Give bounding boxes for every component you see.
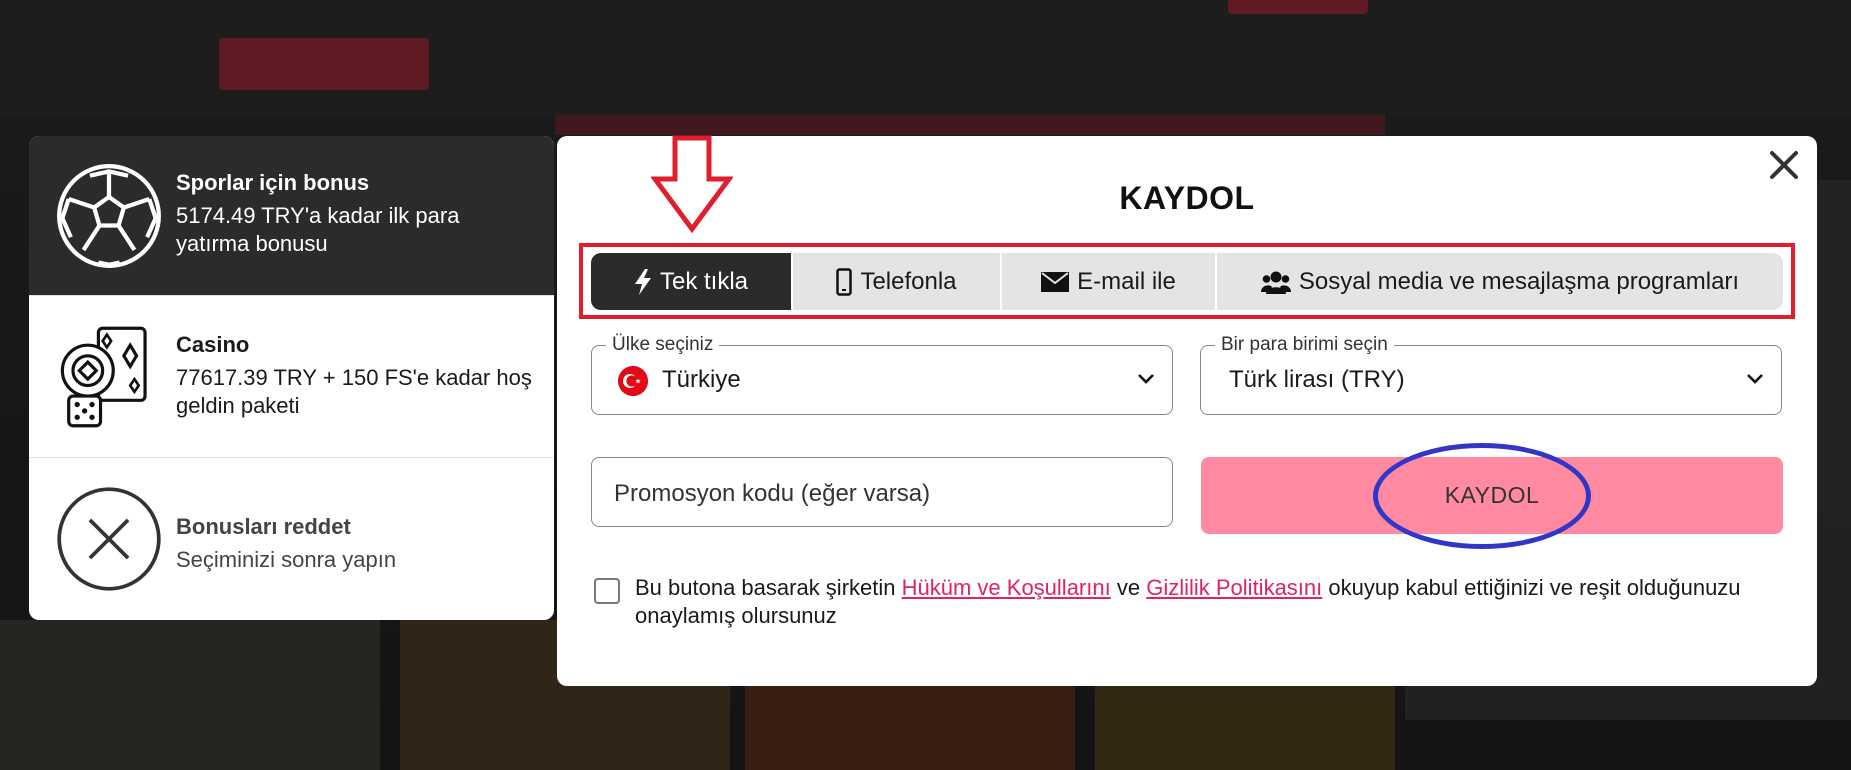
bonus-description: 77617.39 TRY + 150 FS'e kadar hoş geldin… xyxy=(176,365,532,418)
bonus-option-decline[interactable]: Bonusları reddet Seçiminizi sonra yapın xyxy=(29,458,554,620)
background-game-tile xyxy=(0,620,380,770)
background-navbar xyxy=(0,0,1851,115)
chevron-down-icon xyxy=(1138,374,1154,384)
background-nav-highlight xyxy=(219,38,429,90)
bonus-option-sports[interactable]: Sporlar için bonus 5174.49 TRY'a kadar i… xyxy=(29,136,554,296)
casino-chips-cards-dice-icon xyxy=(60,326,147,428)
chevron-down-icon xyxy=(1747,374,1763,384)
bonus-description: 5174.49 TRY'a kadar ilk para yatırma bon… xyxy=(176,203,460,256)
lightning-icon xyxy=(634,268,651,295)
bonus-title: Bonusları reddet xyxy=(176,514,351,539)
country-select[interactable]: Ülke seçiniz Türkiye xyxy=(591,334,1173,415)
privacy-policy-link[interactable]: Gizlilik Politikasını xyxy=(1146,575,1322,600)
promo-code-placeholder: Promosyon kodu (eğer varsa) xyxy=(614,480,931,507)
bonus-title: Casino xyxy=(176,332,250,357)
annotation-arrow-icon xyxy=(651,135,733,233)
terms-text: Bu butona basarak şirketin Hüküm ve Koşu… xyxy=(635,574,1785,630)
tab-label: Telefonla xyxy=(860,267,957,295)
users-icon xyxy=(1260,271,1291,294)
modal-title: KAYDOL xyxy=(1119,180,1255,216)
bonus-description: Seçiminizi sonra yapın xyxy=(176,547,397,572)
terms-prefix: Bu butona basarak şirketin xyxy=(635,575,896,600)
background-red-button xyxy=(1228,0,1368,14)
terms-conditions-link[interactable]: Hüküm ve Koşullarını xyxy=(902,575,1111,600)
circle-x-icon xyxy=(57,487,161,591)
tab-phone[interactable]: Telefonla xyxy=(793,253,1002,310)
currency-value: Türk lirası (TRY) xyxy=(1229,366,1405,393)
bonus-option-casino[interactable]: Casino 77617.39 TRY + 150 FS'e kadar hoş… xyxy=(29,296,554,458)
tab-social[interactable]: Sosyal media ve mesajlaşma programları xyxy=(1217,253,1783,310)
terms-checkbox[interactable] xyxy=(594,578,620,604)
bonus-panel: Sporlar için bonus 5174.49 TRY'a kadar i… xyxy=(29,136,554,620)
turkey-flag-icon xyxy=(618,366,648,396)
promo-code-input[interactable]: Promosyon kodu (eğer varsa) xyxy=(591,457,1173,527)
tab-label: Sosyal media ve mesajlaşma programları xyxy=(1298,267,1740,295)
soccer-ball-icon xyxy=(57,164,161,268)
currency-label: Bir para birimi seçin xyxy=(1215,334,1394,356)
country-label: Ülke seçiniz xyxy=(606,334,720,356)
tab-one-click[interactable]: Tek tıkla xyxy=(591,253,793,310)
country-value: Türkiye xyxy=(662,366,741,393)
tab-label: E-mail ile xyxy=(1077,267,1176,295)
phone-icon xyxy=(836,267,853,296)
tab-email[interactable]: E-mail ile xyxy=(1002,253,1217,310)
envelope-icon xyxy=(1041,271,1070,292)
background-banner xyxy=(555,115,1385,135)
bonus-title: Sporlar için bonus xyxy=(176,170,370,195)
tab-label: Tek tıkla xyxy=(659,267,749,295)
registration-method-tabs: Tek tıkla Telefonla E-mail ile Sosyal me… xyxy=(591,253,1783,310)
annotation-circle xyxy=(1373,443,1591,549)
close-icon[interactable] xyxy=(1767,148,1801,182)
terms-middle: ve xyxy=(1116,575,1141,600)
currency-select[interactable]: Bir para birimi seçin Türk lirası (TRY) xyxy=(1200,334,1782,415)
